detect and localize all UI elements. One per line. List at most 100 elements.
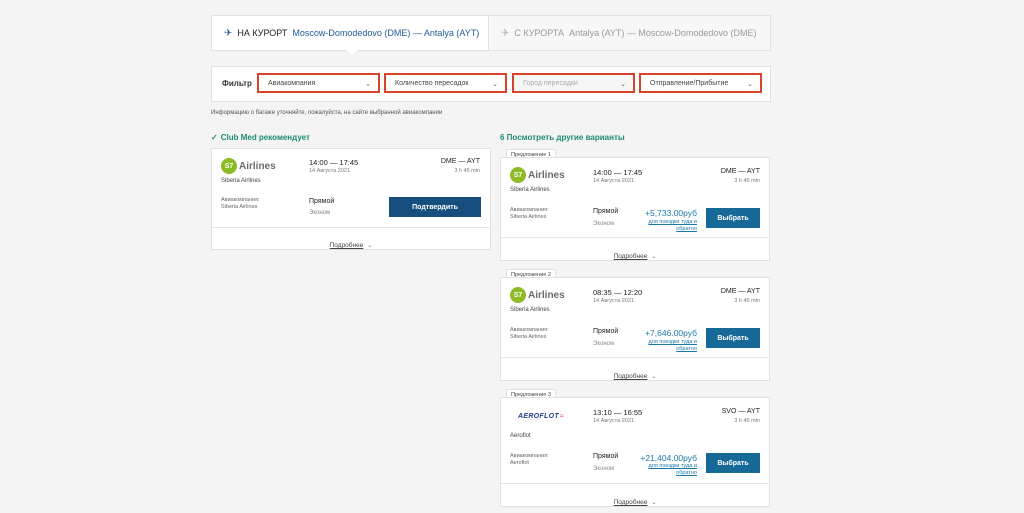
transfer-city-filter-select[interactable]: Город пересадки ⌄ xyxy=(512,73,635,93)
chevron-down-icon: ⌄ xyxy=(492,81,498,88)
price-note[interactable]: для поездки туда и обратно xyxy=(639,463,697,477)
stops-filter-select[interactable]: Количество пересадок ⌄ xyxy=(384,73,507,93)
airline-filter-select[interactable]: Авиакомпания ⌄ xyxy=(257,73,380,93)
price-note[interactable]: для поездки туда и обратно xyxy=(639,219,697,233)
flight-route: DME — AYT xyxy=(720,288,760,295)
divider xyxy=(212,227,490,228)
more-details-link[interactable]: Подробнее xyxy=(330,242,364,249)
more-details-link[interactable]: Подробнее xyxy=(614,373,648,380)
more-details-row: Подробнее ⌄ xyxy=(501,245,769,263)
price-note[interactable]: для поездки туда и обратно xyxy=(639,339,697,353)
tab-to-resort-route: Moscow-Domodedovo (DME) — Antalya (AYT) xyxy=(292,28,480,38)
s7-airlines-logo: S7 Airlines xyxy=(510,167,565,183)
select-button[interactable]: Выбрать xyxy=(706,453,760,473)
aeroflot-logo: AEROFLOT ≈ xyxy=(518,413,564,420)
active-tab-pointer xyxy=(345,49,359,55)
flight-date: 14 Августа 2021 xyxy=(309,168,350,174)
flight-times: 08:35 — 12:20 xyxy=(593,288,643,297)
offer-card-1: S7 Airlines Siberia Airlines 14:00 — 17:… xyxy=(500,157,770,261)
company-label: Авиакомпания: xyxy=(221,197,260,203)
chevron-down-icon: ⌄ xyxy=(365,81,371,88)
price: +7,646.00руб xyxy=(645,328,697,338)
recommended-title: ✓ Club Med рекомендует xyxy=(211,133,310,142)
aeroflot-logo-text: AEROFLOT xyxy=(518,413,559,420)
chevron-down-icon: ⌄ xyxy=(367,243,373,249)
s7-logo-text: Airlines xyxy=(528,169,565,181)
divider xyxy=(501,237,769,238)
flight-date: 14 Августа 2021 xyxy=(593,298,634,304)
flight-duration: 3 h 45 min xyxy=(454,168,480,174)
s7-airlines-logo: S7 Airlines xyxy=(510,287,565,303)
more-details-row: Подробнее ⌄ xyxy=(501,365,769,383)
s7-logo-text: Airlines xyxy=(528,289,565,301)
company-value: Aeroflot xyxy=(510,460,529,466)
flight-times: 14:00 — 17:45 xyxy=(593,168,643,177)
flight-route: DME — AYT xyxy=(440,158,480,165)
more-details-link[interactable]: Подробнее xyxy=(614,253,648,260)
more-details-link[interactable]: Подробнее xyxy=(614,499,648,506)
s7-airlines-logo: S7 Airlines xyxy=(221,158,276,174)
airline-filter-value: Авиакомпания xyxy=(268,79,316,87)
class-value: Эконом xyxy=(593,466,615,472)
chevron-down-icon: ⌄ xyxy=(651,374,657,380)
flight-route: SVO — AYT xyxy=(721,408,760,415)
tab-to-resort[interactable]: ✈ НА КУРОРТ Moscow-Domodedovo (DME) — An… xyxy=(212,16,489,50)
airline-name: Siberia Airlines xyxy=(510,187,550,193)
stops-value: Прямой xyxy=(593,208,619,215)
departure-arrival-filter-select[interactable]: Отправление/Прибытие ⌄ xyxy=(639,73,762,93)
filter-label: Фильтр xyxy=(222,79,252,88)
flight-duration: 3 h 45 min xyxy=(734,418,760,424)
plane-icon: ✈ xyxy=(501,27,510,39)
departure-arrival-filter-value: Отправление/Прибытие xyxy=(650,79,729,87)
company-label: Авиакомпания: xyxy=(510,327,549,333)
decorative-curve xyxy=(985,0,1024,330)
tab-from-resort-route: Antalya (AYT) — Moscow-Domodedovo (DME) xyxy=(569,28,757,38)
airline-name: Siberia Airlines xyxy=(221,178,261,184)
filter-bar: Фильтр Авиакомпания ⌄ Количество пересад… xyxy=(211,66,771,102)
more-details-row: Подробнее ⌄ xyxy=(212,234,490,252)
plane-icon: ✈ xyxy=(224,27,233,39)
s7-logo-mark: S7 xyxy=(221,158,237,174)
tab-from-resort-label: С КУРОРТА xyxy=(514,28,565,38)
stops-value: Прямой xyxy=(593,453,619,460)
flight-duration: 3 h 45 min xyxy=(734,178,760,184)
chevron-down-icon: ⌄ xyxy=(620,81,626,88)
flight-duration: 3 h 45 min xyxy=(734,298,760,304)
transfer-city-filter-value: Город пересадки xyxy=(523,79,578,87)
flight-times: 13:10 — 16:55 xyxy=(593,408,643,417)
price: +5,733.00руб xyxy=(645,208,697,218)
offer-card-2: S7 Airlines Siberia Airlines 08:35 — 12:… xyxy=(500,277,770,381)
select-button[interactable]: Выбрать xyxy=(706,328,760,348)
stops-value: Прямой xyxy=(593,328,619,335)
stops-value: Прямой xyxy=(309,198,335,205)
flight-date: 14 Августа 2021 xyxy=(593,178,634,184)
chevron-down-icon: ⌄ xyxy=(747,81,753,88)
chevron-down-icon: ⌄ xyxy=(651,500,657,506)
recommended-flight-card: S7 Airlines Siberia Airlines 14:00 — 17:… xyxy=(211,148,491,250)
checkmark-icon: ✓ xyxy=(211,133,218,142)
class-value: Эконом xyxy=(593,341,615,347)
company-value: Siberia Airlines xyxy=(510,214,547,220)
more-details-row: Подробнее ⌄ xyxy=(501,491,769,509)
baggage-note: Информацию о багаже уточняйте, пожалуйст… xyxy=(211,110,443,116)
select-button[interactable]: Выбрать xyxy=(706,208,760,228)
direction-tabs: ✈ НА КУРОРТ Moscow-Domodedovo (DME) — An… xyxy=(211,15,771,51)
tab-to-resort-label: НА КУРОРТ xyxy=(237,28,288,38)
flight-route: DME — AYT xyxy=(720,168,760,175)
tab-from-resort[interactable]: ✈ С КУРОРТА Antalya (AYT) — Moscow-Domod… xyxy=(489,16,770,50)
company-value: Siberia Airlines xyxy=(221,204,258,210)
price: +21,404.00руб xyxy=(640,453,697,463)
divider xyxy=(501,357,769,358)
recommended-title-text: Club Med рекомендует xyxy=(220,133,310,142)
stops-filter-value: Количество пересадок xyxy=(395,79,469,87)
other-options-title: 6 Посмотреть другие варианты xyxy=(500,133,625,142)
airline-name: Siberia Airlines xyxy=(510,307,550,313)
aeroflot-wing-icon: ≈ xyxy=(559,413,564,420)
company-value: Siberia Airlines xyxy=(510,334,547,340)
airline-name: Aeroflot xyxy=(510,433,531,439)
offer-card-3: AEROFLOT ≈ Aeroflot 13:10 — 16:55 14 Авгу… xyxy=(500,397,770,507)
confirm-button[interactable]: Подтвердить xyxy=(389,197,481,217)
company-label: Авиакомпания: xyxy=(510,207,549,213)
class-value: Эконом xyxy=(309,210,331,216)
s7-logo-mark: S7 xyxy=(510,287,526,303)
